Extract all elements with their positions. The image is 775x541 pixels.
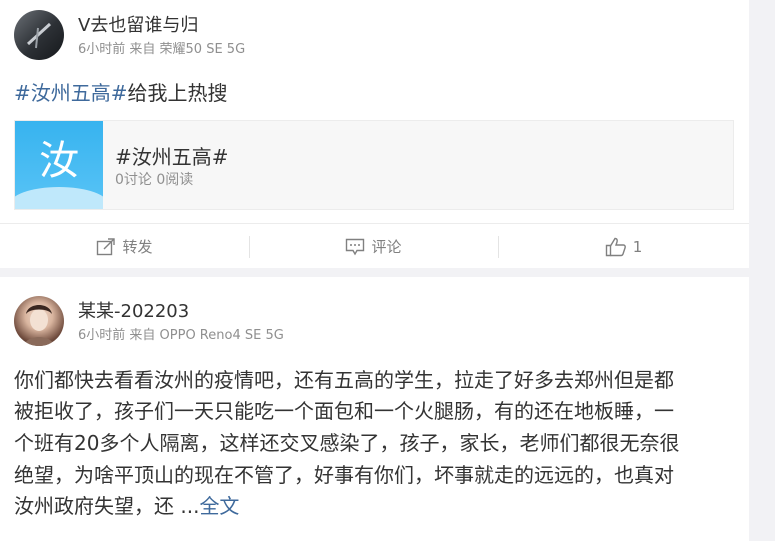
- comment-button[interactable]: 评论: [249, 224, 498, 269]
- comment-icon: [346, 238, 365, 255]
- topic-title: #汝州五高#: [115, 145, 229, 169]
- repost-button[interactable]: 转发: [0, 224, 249, 269]
- like-count: 1: [632, 237, 643, 256]
- hashtag-link[interactable]: #汝州五高#: [14, 81, 128, 105]
- post-text-last: 汝州政府失望，还 ...: [14, 494, 200, 518]
- topic-thumbnail: 汝: [15, 121, 103, 209]
- avatar[interactable]: [14, 296, 64, 346]
- full-text-link[interactable]: 全文: [199, 494, 239, 518]
- post-text: #汝州五高#给我上热搜: [14, 77, 228, 106]
- topic-card[interactable]: 汝 #汝州五高# 0讨论 0阅读: [14, 120, 734, 210]
- post-text-line: 个班有20多个人隔离，这样还交叉感染了，孩子，家长，老师们都很无奈很: [14, 431, 680, 455]
- user-name[interactable]: 某某-202203: [78, 297, 189, 323]
- avatar[interactable]: [14, 10, 64, 60]
- post-meta: 6小时前 来自 荣耀50 SE 5G: [78, 42, 246, 57]
- repost-icon: [97, 237, 116, 255]
- action-bar: 转发 评论 1: [0, 223, 749, 269]
- post-meta: 6小时前 来自 OPPO Reno4 SE 5G: [78, 328, 284, 343]
- topic-stats: 0讨论 0阅读: [115, 172, 194, 188]
- post-text-line: 汝州政府失望，还 ...全文: [14, 490, 239, 519]
- post-card: V去也留谁与归 6小时前 来自 荣耀50 SE 5G #汝州五高#给我上热搜 汝…: [0, 0, 749, 268]
- comment-label: 评论: [371, 238, 402, 256]
- post-text-line: 你们都快去看看汝州的疫情吧，还有五高的学生，拉走了好多去郑州但是都: [14, 368, 674, 392]
- avatar-portrait-icon: [24, 305, 54, 346]
- weibo-feed: V去也留谁与归 6小时前 来自 荣耀50 SE 5G #汝州五高#给我上热搜 汝…: [0, 0, 749, 541]
- like-button[interactable]: 1: [498, 224, 749, 269]
- post-text-line: 被拒收了，孩子们一天只能吃一个面包和一个火腿肠，有的还在地板睡，一: [14, 399, 674, 423]
- avatar-pattern-icon: [26, 22, 52, 49]
- repost-label: 转发: [122, 238, 153, 256]
- user-name[interactable]: V去也留谁与归: [78, 11, 198, 37]
- scrollbar-track[interactable]: [749, 0, 775, 541]
- post-text-line: 绝望，为啥平顶山的现在不管了，好事有你们，坏事就走的远远的，也真对: [14, 463, 674, 487]
- topic-thumb-glyph: 汝: [39, 138, 79, 184]
- thumbs-up-icon: [605, 237, 626, 256]
- post-text-rest: 给我上热搜: [127, 81, 228, 105]
